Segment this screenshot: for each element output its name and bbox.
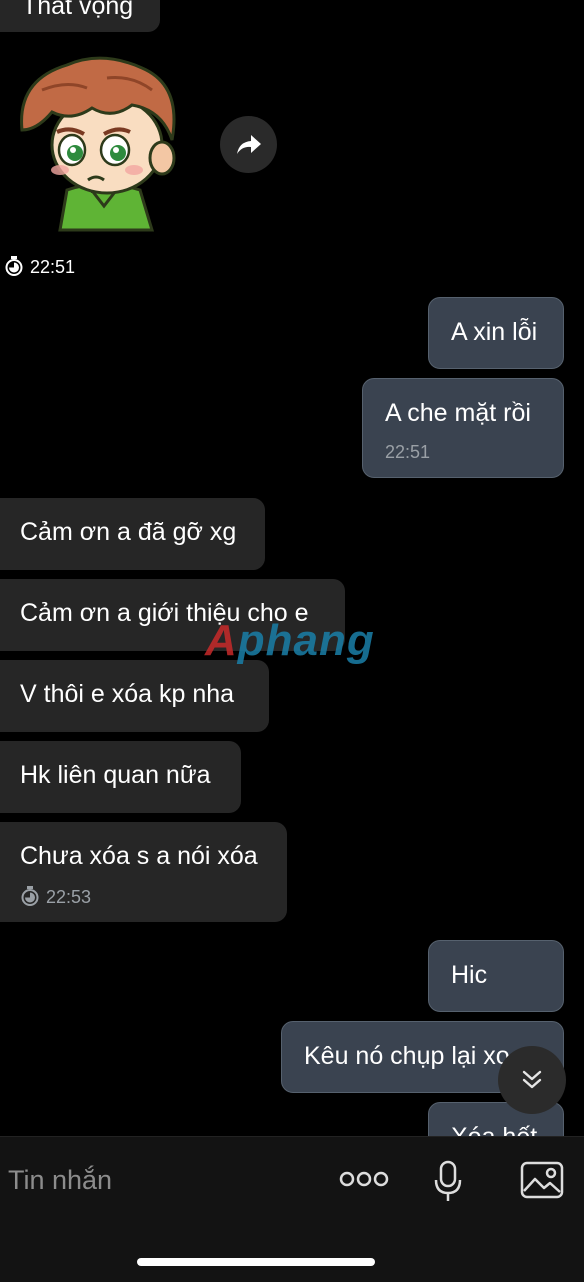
message-meta: 22:51 <box>4 256 75 278</box>
more-options-button[interactable] <box>335 1165 393 1193</box>
microphone-icon <box>434 1160 462 1201</box>
chevron-double-down-icon <box>522 1070 542 1089</box>
message-outgoing[interactable]: A xin lỗi <box>428 297 564 369</box>
message-input[interactable]: Tin nhắn <box>8 1165 112 1196</box>
message-outgoing[interactable]: Hic <box>428 940 564 1012</box>
sad-boy-sticker[interactable] <box>12 50 187 240</box>
message-text: Cảm ơn a đã gỡ xg <box>20 518 237 546</box>
message-text: Thất vọng <box>22 0 134 20</box>
watermark-logo: Aphang <box>205 616 375 665</box>
message-text: Hic <box>451 961 488 989</box>
message-time: 22:53 <box>46 887 92 907</box>
message-time: 22:51 <box>30 257 76 277</box>
share-button[interactable] <box>220 116 277 173</box>
message-incoming[interactable]: Hk liên quan nữa <box>0 741 241 813</box>
message-incoming[interactable]: Cảm ơn a đã gỡ xg <box>0 498 265 570</box>
attach-image-button[interactable] <box>518 1159 566 1201</box>
message-incoming[interactable]: Thất vọng <box>0 0 160 32</box>
message-time: 22:51 <box>385 442 431 462</box>
scroll-to-bottom-button[interactable] <box>498 1046 566 1114</box>
message-text: V thôi e xóa kp nha <box>20 680 235 708</box>
message-incoming[interactable]: V thôi e xóa kp nha <box>0 660 269 732</box>
message-text: Xóa hết <box>451 1125 537 1137</box>
message-text: A che mặt rồi <box>385 399 531 427</box>
message-outgoing[interactable]: A che mặt rồi 22:51 <box>362 378 564 478</box>
message-text: Chưa xóa s a nói xóa <box>20 842 258 870</box>
message-incoming[interactable]: Chưa xóa s a nói xóa 22:53 <box>0 822 287 922</box>
message-meta: 22:53 <box>20 886 91 906</box>
message-text: Kêu nó chụp lại xo <box>304 1042 510 1070</box>
message-text: Hk liên quan nữa <box>20 761 211 789</box>
more-icon <box>339 1171 389 1187</box>
stopwatch-icon <box>5 256 23 276</box>
share-icon <box>236 134 261 154</box>
message-text: A xin lỗi <box>451 318 538 346</box>
chat-thread[interactable]: Thất vọng 22:51 A xin lỗi A che mặt rồi … <box>0 0 584 1136</box>
image-icon <box>520 1161 564 1199</box>
voice-record-button[interactable] <box>428 1157 468 1207</box>
home-indicator[interactable] <box>137 1258 375 1266</box>
stopwatch-icon <box>21 886 39 906</box>
